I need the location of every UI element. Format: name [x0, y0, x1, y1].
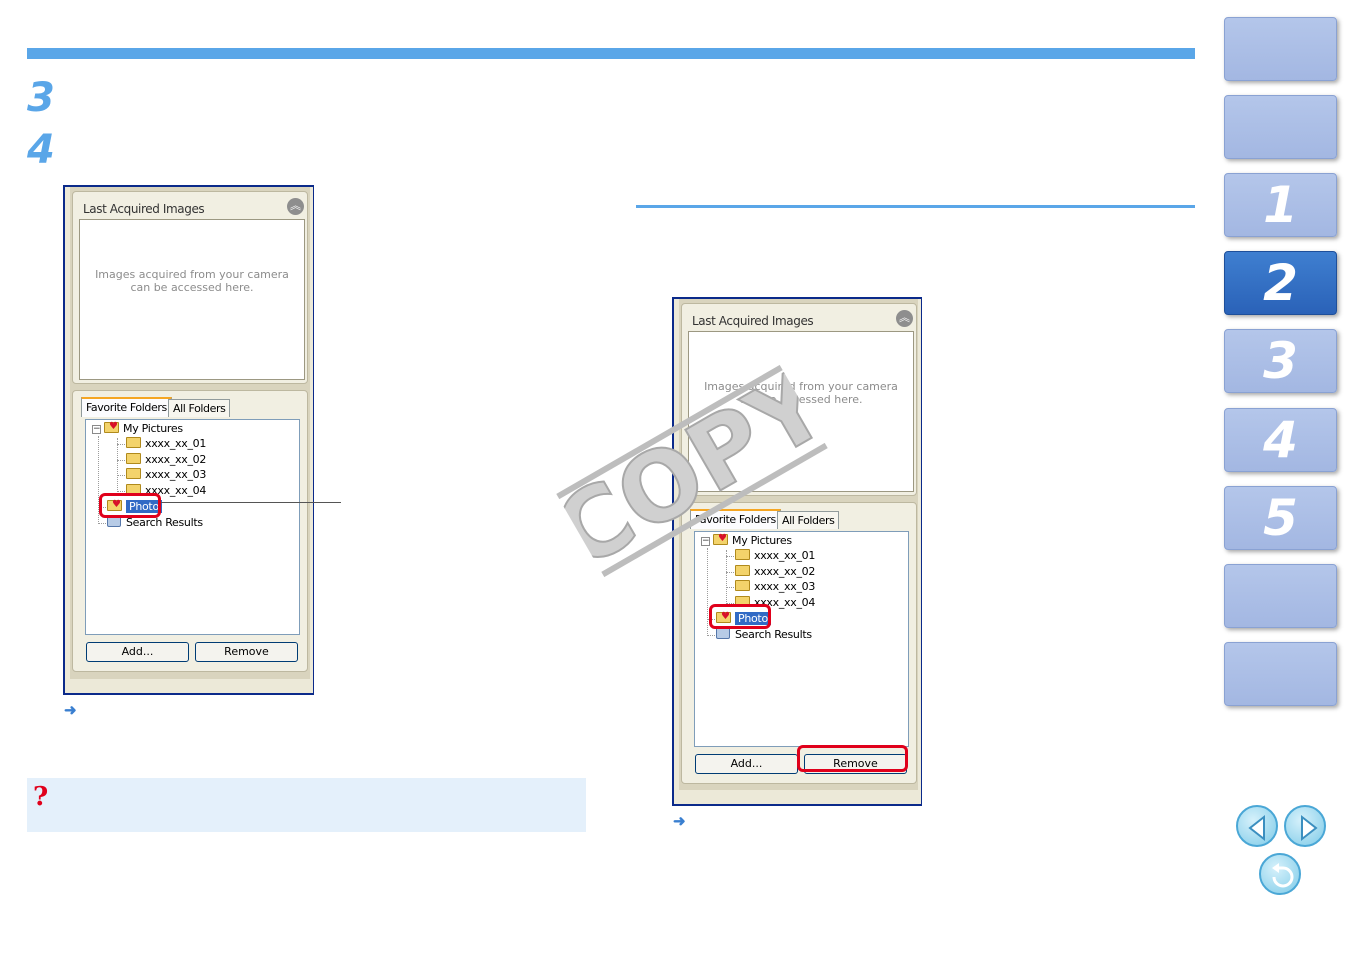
tree-item-folder[interactable]: xxxx_xx_02 [126, 452, 206, 467]
step-3-number: 3 [27, 75, 55, 121]
folders-section: Favorite Folders All Folders −My Picture… [72, 390, 308, 672]
folder-tree: −My Pictures xxxx_xx_01 xxxx_xx_02 xxxx_… [85, 419, 300, 635]
step-4-number: 4 [27, 127, 55, 173]
last-acquired-section: Last Acquired Images ︽ Images acquired f… [72, 191, 308, 384]
tab-all-folders[interactable]: All Folders [168, 399, 231, 417]
tab-favorite-folders[interactable]: Favorite Folders [81, 397, 172, 417]
chapter-tab-4[interactable]: 4 [1224, 407, 1337, 472]
tree-item-folder[interactable]: xxxx_xx_01 [126, 436, 206, 451]
add-button[interactable]: Add... [86, 642, 189, 662]
folder-icon [126, 453, 141, 464]
header-bar [27, 48, 1195, 59]
preview-placeholder: Images acquired from your camera can be … [95, 268, 289, 294]
return-button[interactable] [1259, 853, 1301, 895]
collapse-node-icon[interactable]: − [92, 425, 101, 434]
prev-page-button[interactable] [1236, 805, 1278, 847]
preview-area: Images acquired from your camera can be … [79, 219, 305, 380]
result-arrow-icon: ➜ [64, 702, 77, 719]
prev-page-icon [1248, 814, 1265, 842]
tree-item-my-pictures[interactable]: −My Pictures [92, 419, 183, 436]
add-button[interactable]: Add... [695, 754, 798, 774]
callout-line [161, 502, 341, 503]
section-divider [636, 205, 1195, 208]
folder-icon [126, 468, 141, 479]
nav-tab[interactable] [1224, 95, 1337, 160]
nav-tab[interactable] [1224, 563, 1337, 628]
nav-tab[interactable] [1224, 17, 1337, 81]
favorite-folder-icon [104, 419, 119, 434]
folder-icon [126, 437, 141, 448]
folder-panel-left: Last Acquired Images ︽ Images acquired f… [63, 185, 314, 695]
tree-item-search-results[interactable]: Search Results [716, 627, 812, 642]
collapse-icon[interactable]: ︽ [896, 310, 913, 327]
chapter-tab-2[interactable]: 2 [1224, 251, 1337, 316]
nav-tab[interactable] [1224, 641, 1337, 706]
result-arrow-icon: ➜ [673, 813, 686, 830]
section-title: Last Acquired Images [83, 202, 205, 216]
note-box: ? [27, 778, 586, 832]
highlight-remove-button [797, 745, 908, 772]
highlight-photo-folder [709, 604, 771, 629]
next-page-button[interactable] [1284, 805, 1326, 847]
remove-button[interactable]: Remove [195, 642, 298, 662]
question-icon: ? [33, 782, 49, 812]
chapter-tab-1[interactable]: 1 [1224, 173, 1337, 238]
collapse-icon[interactable]: ︽ [287, 198, 304, 215]
tree-item-folder[interactable]: xxxx_xx_03 [126, 467, 206, 482]
highlight-photo-folder [99, 493, 161, 518]
return-icon [1272, 863, 1294, 888]
chapter-tab-3[interactable]: 3 [1224, 329, 1337, 394]
next-page-icon [1301, 814, 1318, 842]
chapter-tab-5[interactable]: 5 [1224, 485, 1337, 550]
